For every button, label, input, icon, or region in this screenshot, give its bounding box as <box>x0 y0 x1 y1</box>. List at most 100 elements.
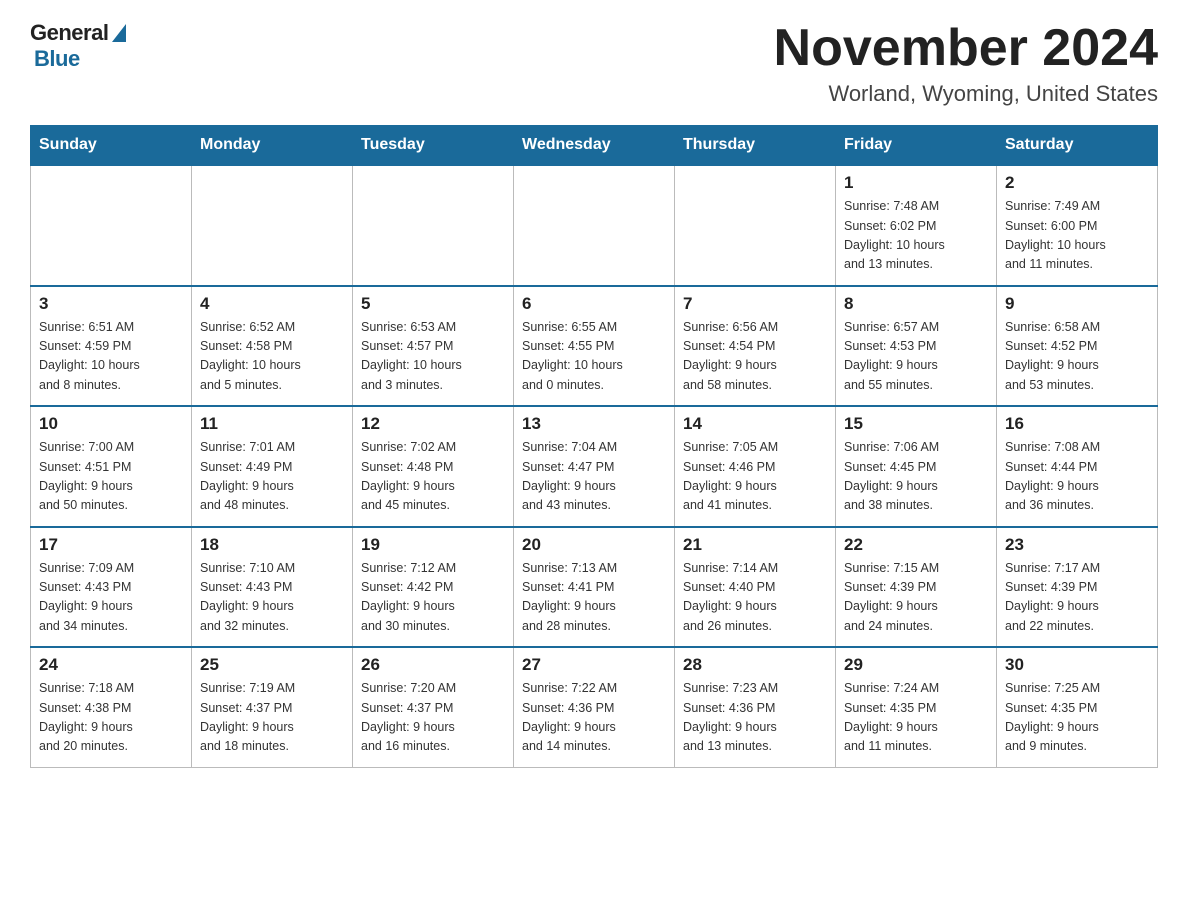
calendar-week-row-4: 17 Sunrise: 7:09 AMSunset: 4:43 PMDayligh… <box>31 527 1158 648</box>
calendar-header-wednesday: Wednesday <box>514 126 675 166</box>
page-header: General Blue November 2024 Worland, Wyom… <box>30 20 1158 107</box>
calendar-cell: 13 Sunrise: 7:04 AMSunset: 4:47 PMDayligh… <box>514 406 675 527</box>
calendar-cell: 16Sunrise: 7:08 AMSunset: 4:44 PMDayligh… <box>997 406 1158 527</box>
day-number: 4 <box>200 294 344 314</box>
day-info: Sunrise: 6:56 AMSunset: 4:54 PMDaylight:… <box>683 318 827 396</box>
logo-blue-text: Blue <box>34 46 80 72</box>
day-number: 28 <box>683 655 827 675</box>
day-number: 19 <box>361 535 505 555</box>
day-info: Sunrise: 7:05 AMSunset: 4:46 PMDaylight:… <box>683 438 827 516</box>
day-number: 2 <box>1005 173 1149 193</box>
calendar-header-friday: Friday <box>836 126 997 166</box>
day-info: Sunrise: 7:08 AMSunset: 4:44 PMDaylight:… <box>1005 438 1149 516</box>
day-number: 3 <box>39 294 183 314</box>
day-number: 12 <box>361 414 505 434</box>
day-info: Sunrise: 7:24 AMSunset: 4:35 PMDaylight:… <box>844 679 988 757</box>
calendar-week-row-5: 24 Sunrise: 7:18 AMSunset: 4:38 PMDayligh… <box>31 647 1158 767</box>
day-number: 23 <box>1005 535 1149 555</box>
day-info: Sunrise: 7:06 AMSunset: 4:45 PMDaylight:… <box>844 438 988 516</box>
calendar-cell: 28 Sunrise: 7:23 AMSunset: 4:36 PMDayligh… <box>675 647 836 767</box>
calendar-cell <box>31 165 192 286</box>
calendar-cell: 24 Sunrise: 7:18 AMSunset: 4:38 PMDayligh… <box>31 647 192 767</box>
day-number: 14 <box>683 414 827 434</box>
calendar-cell: 5 Sunrise: 6:53 AMSunset: 4:57 PMDaylight… <box>353 286 514 407</box>
day-number: 18 <box>200 535 344 555</box>
day-number: 8 <box>844 294 988 314</box>
calendar-cell: 3 Sunrise: 6:51 AMSunset: 4:59 PMDaylight… <box>31 286 192 407</box>
day-number: 15 <box>844 414 988 434</box>
calendar-cell: 20 Sunrise: 7:13 AMSunset: 4:41 PMDayligh… <box>514 527 675 648</box>
day-info: Sunrise: 7:48 AMSunset: 6:02 PMDaylight:… <box>844 197 988 275</box>
calendar-cell: 17 Sunrise: 7:09 AMSunset: 4:43 PMDayligh… <box>31 527 192 648</box>
calendar-cell: 12 Sunrise: 7:02 AMSunset: 4:48 PMDayligh… <box>353 406 514 527</box>
day-info: Sunrise: 7:18 AMSunset: 4:38 PMDaylight:… <box>39 679 183 757</box>
calendar-week-row-2: 3 Sunrise: 6:51 AMSunset: 4:59 PMDaylight… <box>31 286 1158 407</box>
day-number: 11 <box>200 414 344 434</box>
calendar-cell: 14 Sunrise: 7:05 AMSunset: 4:46 PMDayligh… <box>675 406 836 527</box>
calendar-cell: 15 Sunrise: 7:06 AMSunset: 4:45 PMDayligh… <box>836 406 997 527</box>
calendar-cell: 8 Sunrise: 6:57 AMSunset: 4:53 PMDaylight… <box>836 286 997 407</box>
day-info: Sunrise: 7:04 AMSunset: 4:47 PMDaylight:… <box>522 438 666 516</box>
calendar-cell: 6Sunrise: 6:55 AMSunset: 4:55 PMDaylight… <box>514 286 675 407</box>
calendar-cell: 9 Sunrise: 6:58 AMSunset: 4:52 PMDaylight… <box>997 286 1158 407</box>
calendar-cell: 18 Sunrise: 7:10 AMSunset: 4:43 PMDayligh… <box>192 527 353 648</box>
day-number: 5 <box>361 294 505 314</box>
day-info: Sunrise: 6:53 AMSunset: 4:57 PMDaylight:… <box>361 318 505 396</box>
day-number: 24 <box>39 655 183 675</box>
calendar-cell: 4Sunrise: 6:52 AMSunset: 4:58 PMDaylight… <box>192 286 353 407</box>
calendar-cell: 10 Sunrise: 7:00 AMSunset: 4:51 PMDayligh… <box>31 406 192 527</box>
calendar-cell: 21 Sunrise: 7:14 AMSunset: 4:40 PMDayligh… <box>675 527 836 648</box>
calendar-cell: 27Sunrise: 7:22 AMSunset: 4:36 PMDayligh… <box>514 647 675 767</box>
location-title: Worland, Wyoming, United States <box>774 81 1158 107</box>
day-info: Sunrise: 7:23 AMSunset: 4:36 PMDaylight:… <box>683 679 827 757</box>
calendar-cell: 22Sunrise: 7:15 AMSunset: 4:39 PMDayligh… <box>836 527 997 648</box>
calendar-header-row: SundayMondayTuesdayWednesdayThursdayFrid… <box>31 126 1158 166</box>
day-info: Sunrise: 7:01 AMSunset: 4:49 PMDaylight:… <box>200 438 344 516</box>
day-info: Sunrise: 7:10 AMSunset: 4:43 PMDaylight:… <box>200 559 344 637</box>
day-info: Sunrise: 7:12 AMSunset: 4:42 PMDaylight:… <box>361 559 505 637</box>
day-info: Sunrise: 7:14 AMSunset: 4:40 PMDaylight:… <box>683 559 827 637</box>
day-info: Sunrise: 7:00 AMSunset: 4:51 PMDaylight:… <box>39 438 183 516</box>
calendar-cell: 23Sunrise: 7:17 AMSunset: 4:39 PMDayligh… <box>997 527 1158 648</box>
day-info: Sunrise: 6:58 AMSunset: 4:52 PMDaylight:… <box>1005 318 1149 396</box>
calendar-header-monday: Monday <box>192 126 353 166</box>
logo-triangle-icon <box>112 24 126 42</box>
day-info: Sunrise: 7:09 AMSunset: 4:43 PMDaylight:… <box>39 559 183 637</box>
day-info: Sunrise: 6:57 AMSunset: 4:53 PMDaylight:… <box>844 318 988 396</box>
calendar-header-saturday: Saturday <box>997 126 1158 166</box>
day-info: Sunrise: 7:02 AMSunset: 4:48 PMDaylight:… <box>361 438 505 516</box>
calendar-cell: 30Sunrise: 7:25 AMSunset: 4:35 PMDayligh… <box>997 647 1158 767</box>
calendar-cell <box>192 165 353 286</box>
day-number: 20 <box>522 535 666 555</box>
calendar-cell: 2 Sunrise: 7:49 AMSunset: 6:00 PMDaylight… <box>997 165 1158 286</box>
day-info: Sunrise: 7:49 AMSunset: 6:00 PMDaylight:… <box>1005 197 1149 275</box>
day-info: Sunrise: 7:20 AMSunset: 4:37 PMDaylight:… <box>361 679 505 757</box>
day-number: 10 <box>39 414 183 434</box>
calendar-header-tuesday: Tuesday <box>353 126 514 166</box>
day-number: 30 <box>1005 655 1149 675</box>
calendar-cell <box>514 165 675 286</box>
calendar-cell <box>675 165 836 286</box>
day-info: Sunrise: 7:13 AMSunset: 4:41 PMDaylight:… <box>522 559 666 637</box>
day-number: 6 <box>522 294 666 314</box>
day-number: 9 <box>1005 294 1149 314</box>
calendar-cell: 19 Sunrise: 7:12 AMSunset: 4:42 PMDayligh… <box>353 527 514 648</box>
calendar-cell: 25Sunrise: 7:19 AMSunset: 4:37 PMDayligh… <box>192 647 353 767</box>
calendar-cell: 7 Sunrise: 6:56 AMSunset: 4:54 PMDaylight… <box>675 286 836 407</box>
day-number: 7 <box>683 294 827 314</box>
day-number: 29 <box>844 655 988 675</box>
day-number: 1 <box>844 173 988 193</box>
calendar-table: SundayMondayTuesdayWednesdayThursdayFrid… <box>30 125 1158 768</box>
day-number: 13 <box>522 414 666 434</box>
calendar-cell: 11 Sunrise: 7:01 AMSunset: 4:49 PMDayligh… <box>192 406 353 527</box>
calendar-week-row-1: 1 Sunrise: 7:48 AMSunset: 6:02 PMDaylight… <box>31 165 1158 286</box>
calendar-header-thursday: Thursday <box>675 126 836 166</box>
day-number: 17 <box>39 535 183 555</box>
day-number: 21 <box>683 535 827 555</box>
calendar-cell <box>353 165 514 286</box>
day-number: 26 <box>361 655 505 675</box>
day-info: Sunrise: 6:51 AMSunset: 4:59 PMDaylight:… <box>39 318 183 396</box>
calendar-cell: 26 Sunrise: 7:20 AMSunset: 4:37 PMDayligh… <box>353 647 514 767</box>
day-number: 22 <box>844 535 988 555</box>
title-block: November 2024 Worland, Wyoming, United S… <box>774 20 1158 107</box>
